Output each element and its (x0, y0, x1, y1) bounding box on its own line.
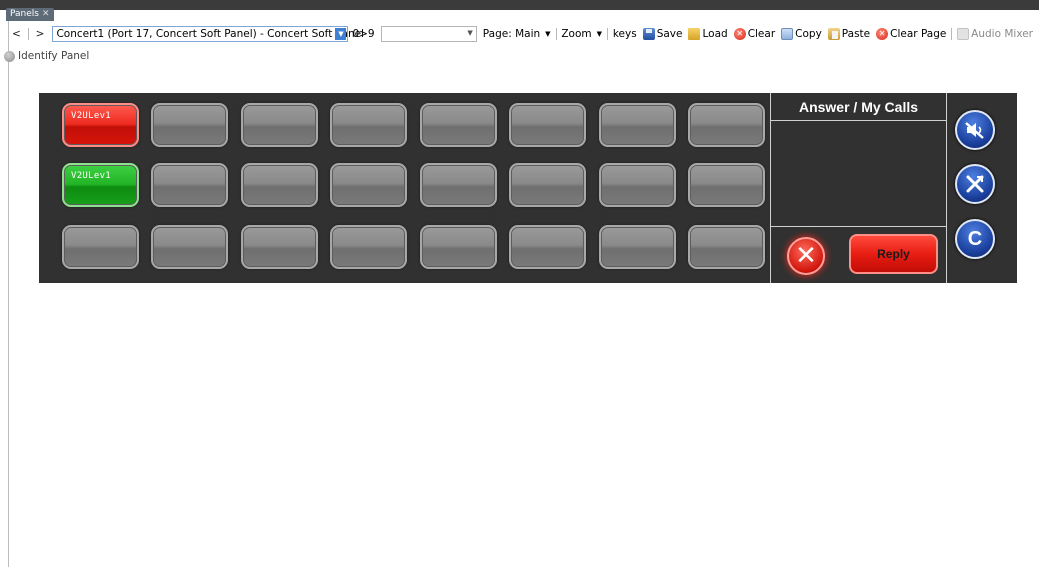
toolbar-separator (27, 28, 29, 40)
panel-key[interactable] (241, 225, 318, 269)
panels-tab[interactable]: Panels ✕ (6, 8, 54, 21)
forward-button[interactable]: > (34, 28, 47, 40)
panel-key[interactable]: V2ULev1 (62, 163, 139, 207)
copy-icon (781, 28, 794, 40)
panel-key[interactable] (151, 163, 228, 207)
panel-key[interactable]: V2ULev1 (62, 103, 139, 147)
chevron-down-icon[interactable]: ▼ (335, 28, 347, 40)
key-set-select[interactable]: ▼ (380, 26, 477, 42)
mute-button[interactable] (955, 110, 995, 150)
panel-key[interactable] (688, 163, 765, 207)
panel-key[interactable] (241, 163, 318, 207)
reply-button[interactable]: Reply (849, 234, 938, 274)
reject-call-button[interactable]: ✕ (787, 237, 825, 275)
save-button[interactable]: Save (642, 28, 683, 40)
panel-key[interactable] (330, 225, 407, 269)
chevron-down-icon: ▼ (467, 29, 473, 37)
speaker-muted-icon (965, 122, 984, 139)
page-menu-label: Page: Main (482, 28, 541, 40)
toolbar-separator (951, 28, 953, 40)
close-tab-icon[interactable]: ✕ (42, 8, 50, 21)
panel-key[interactable] (151, 225, 228, 269)
paste-button[interactable]: Paste (827, 28, 871, 40)
close-icon: ✕ (795, 241, 817, 271)
panel-key[interactable] (151, 103, 228, 147)
panel-key[interactable] (688, 225, 765, 269)
load-button[interactable]: Load (688, 28, 728, 40)
panel-key[interactable] (420, 225, 497, 269)
answer-my-calls-title: Answer / My Calls (798, 99, 919, 115)
panel-key[interactable] (241, 103, 318, 147)
audio-mixer-label: Audio Mixer (971, 28, 1033, 40)
panel-select-value: Concert1 (Port 17, Concert Soft Panel) -… (56, 28, 364, 40)
panel-key[interactable] (688, 103, 765, 147)
clear-page-label: Clear Page (890, 28, 947, 40)
title-strip (0, 0, 1039, 10)
page-menu[interactable]: Page: Main ▼ (483, 28, 551, 40)
disconnect-icon (966, 175, 984, 193)
clear-icon: ✕ (733, 28, 746, 40)
panel-key[interactable] (599, 103, 676, 147)
audio-mixer-button[interactable]: Audio Mixer (957, 28, 1033, 40)
toolbar: < > Concert1 (Port 17, Concert Soft Pane… (10, 24, 1039, 44)
answer-divider (770, 226, 946, 227)
panel-divider (946, 93, 947, 283)
disconnect-button[interactable] (955, 164, 995, 204)
folder-icon (688, 28, 701, 40)
panel-key[interactable] (330, 103, 407, 147)
panel-key[interactable] (509, 225, 586, 269)
panel-select[interactable]: Concert1 (Port 17, Concert Soft Panel) -… (52, 26, 364, 42)
chevron-down-icon: ▼ (545, 30, 551, 38)
mixer-icon (957, 28, 970, 40)
clear-button[interactable]: ✕ Clear (733, 28, 776, 40)
panel-key[interactable] (420, 103, 497, 147)
clear-calls-button[interactable]: C (955, 219, 995, 259)
copy-button[interactable]: Copy (781, 28, 822, 40)
toolbar-separator (555, 28, 557, 40)
identify-icon (4, 50, 15, 62)
keys-button[interactable]: keys (613, 28, 637, 40)
panel-key[interactable] (599, 163, 676, 207)
clear-page-button[interactable]: ✕ Clear Page (876, 28, 946, 40)
zoom-menu[interactable]: Zoom ▼ (561, 28, 602, 40)
toolbar-separator (607, 28, 608, 40)
panel-key[interactable] (509, 103, 586, 147)
save-icon (642, 28, 655, 40)
panel-key[interactable] (330, 163, 407, 207)
paste-label: Paste (841, 28, 871, 40)
panel-key[interactable] (509, 163, 586, 207)
save-label: Save (656, 28, 683, 40)
copy-label: Copy (795, 28, 822, 40)
back-button[interactable]: < (10, 28, 23, 40)
soft-panel: V2ULev1 V2ULev1 Answer / My Calls ✕ Reply… (39, 93, 1017, 283)
clear-label: Clear (747, 28, 776, 40)
left-border (8, 21, 9, 567)
answer-divider (770, 120, 946, 121)
panel-key[interactable] (599, 225, 676, 269)
zoom-menu-label: Zoom (561, 28, 592, 40)
panel-key[interactable] (420, 163, 497, 207)
identify-panel-button[interactable]: Identify Panel (4, 49, 89, 63)
clear-page-icon: ✕ (876, 28, 889, 40)
load-label: Load (702, 28, 728, 40)
panel-divider (770, 93, 771, 283)
identify-panel-label: Identify Panel (18, 50, 90, 62)
panel-key[interactable] (62, 225, 139, 269)
panels-tab-label: Panels (10, 9, 39, 19)
paste-icon (827, 28, 840, 40)
chevron-down-icon: ▼ (596, 30, 603, 38)
